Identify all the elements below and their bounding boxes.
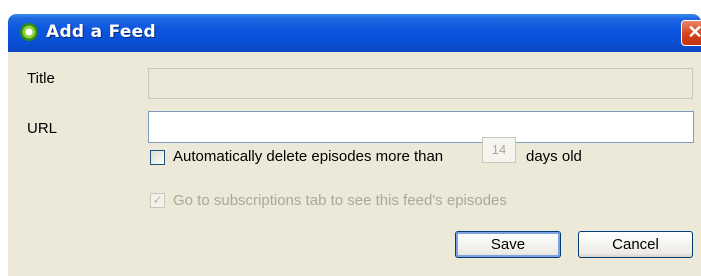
url-field[interactable] — [148, 111, 694, 143]
title-label: Title — [27, 70, 55, 87]
auto-delete-label[interactable]: Automatically delete episodes more than — [173, 148, 443, 165]
goto-subscriptions-checkbox[interactable]: ✓ — [150, 193, 165, 208]
add-feed-dialog: Add a Feed ✕ Title URL Automatically del… — [8, 14, 701, 276]
save-button[interactable]: Save — [455, 231, 561, 258]
app-logo-icon — [20, 23, 38, 41]
close-button[interactable]: ✕ — [681, 20, 701, 46]
url-label: URL — [27, 120, 58, 137]
cancel-button[interactable]: Cancel — [578, 231, 693, 258]
goto-subscriptions-label: Go to subscriptions tab to see this feed… — [173, 192, 507, 209]
title-field — [148, 68, 693, 99]
auto-delete-checkbox[interactable] — [150, 150, 165, 165]
dialog-title: Add a Feed — [46, 22, 156, 42]
days-old-label: days old — [526, 148, 582, 165]
title-bar[interactable]: Add a Feed ✕ — [8, 14, 701, 52]
days-input[interactable]: 14 — [482, 137, 516, 163]
